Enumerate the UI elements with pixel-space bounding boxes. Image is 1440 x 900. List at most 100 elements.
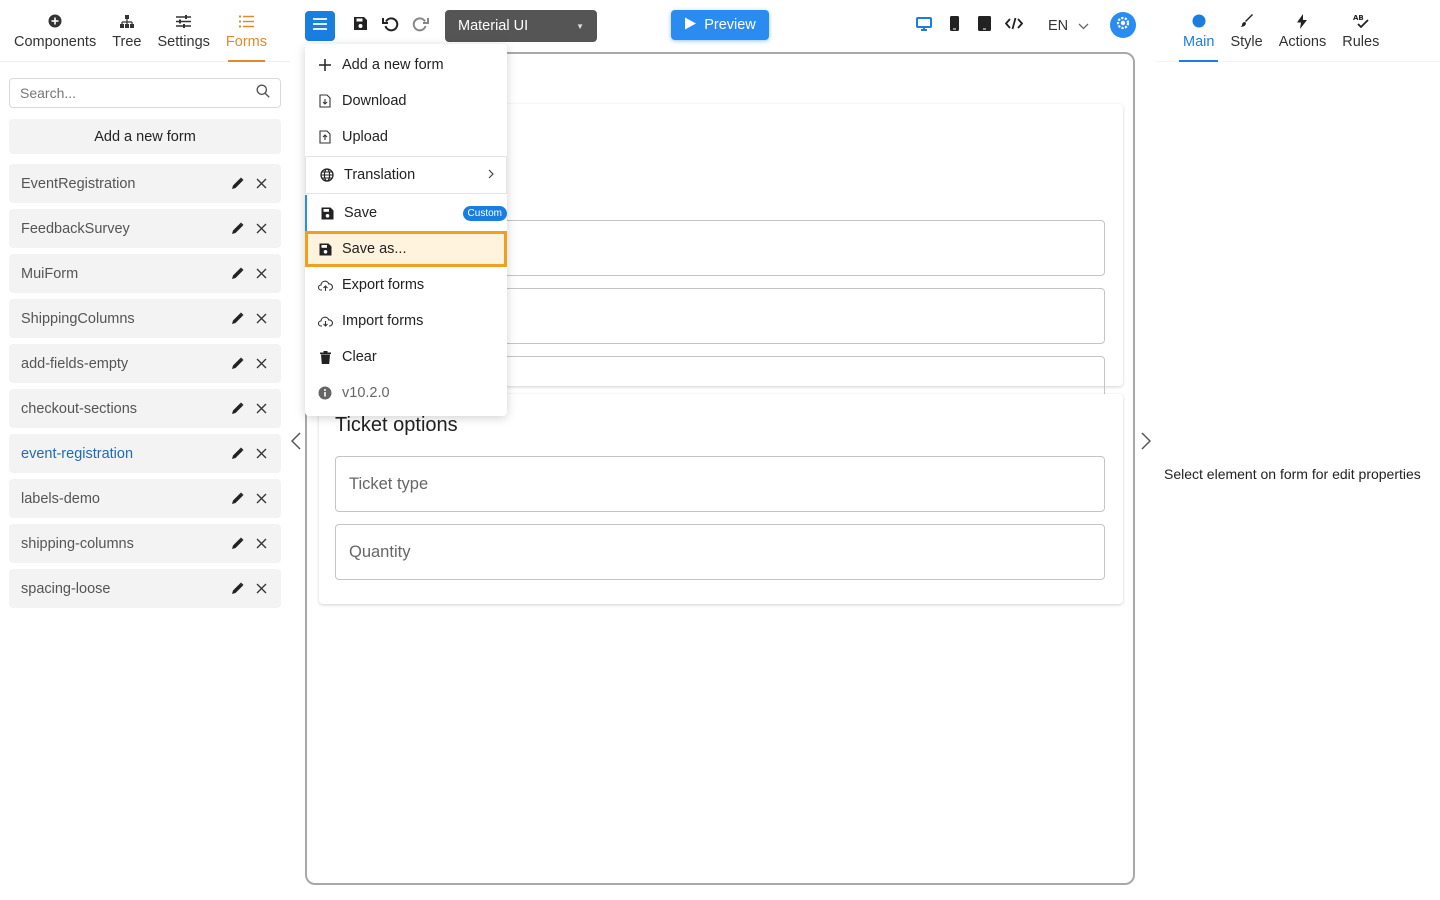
preview-button[interactable]: Preview (671, 10, 769, 40)
menu-item-label: Add a new form (342, 57, 444, 73)
delete-x-icon[interactable] (253, 581, 269, 597)
redo-button[interactable] (405, 11, 435, 41)
chevron-right-icon (488, 167, 494, 183)
menu-item-export-forms[interactable]: Export forms (305, 267, 507, 303)
add-new-form-button[interactable]: Add a new form (9, 119, 281, 154)
delete-x-icon[interactable] (253, 401, 269, 417)
code-view-button[interactable] (999, 11, 1029, 41)
ticket-options-card[interactable]: Ticket options Ticket type Quantity (319, 394, 1123, 604)
menu-item-clear[interactable]: Clear (305, 339, 507, 375)
delete-x-icon[interactable] (253, 221, 269, 237)
delete-x-icon[interactable] (253, 311, 269, 327)
menu-item-translation[interactable]: Translation (305, 156, 507, 194)
settings-gear-button[interactable] (1110, 12, 1136, 38)
rules-icon: AB (1353, 12, 1369, 30)
menu-item-import-forms[interactable]: Import forms (305, 303, 507, 339)
form-item-name: event-registration (21, 445, 134, 462)
floppy-icon (317, 241, 333, 257)
form-item[interactable]: FeedbackSurvey (9, 209, 281, 248)
device-switcher (909, 11, 1029, 41)
mobile-view-button[interactable] (939, 11, 969, 41)
menu-item-label: Save (344, 205, 378, 221)
form-item[interactable]: EventRegistration (9, 164, 281, 203)
tab-forms[interactable]: Forms (218, 0, 275, 62)
edit-pencil-icon[interactable] (229, 581, 245, 597)
form-item[interactable]: spacing-loose (9, 569, 281, 608)
form-item-selected[interactable]: event-registration (9, 434, 281, 473)
form-item-name: checkout-sections (21, 400, 138, 417)
cloud-download-icon (317, 313, 333, 329)
menu-item-label: Download (342, 93, 407, 109)
menu-item-version: v10.2.0 (305, 375, 507, 411)
form-item[interactable]: MuiForm (9, 254, 281, 293)
tab-main[interactable]: Main (1175, 0, 1222, 62)
dot-icon (1192, 12, 1206, 30)
code-icon (1004, 17, 1024, 35)
search-icon[interactable] (256, 84, 270, 103)
menu-item-upload[interactable]: Upload (305, 119, 507, 155)
desktop-view-button[interactable] (909, 11, 939, 41)
menu-item-label: Upload (342, 129, 388, 145)
tab-settings[interactable]: Settings (150, 0, 218, 62)
form-item[interactable]: shipping-columns (9, 524, 281, 563)
form-item[interactable]: checkout-sections (9, 389, 281, 428)
edit-pencil-icon[interactable] (229, 491, 245, 507)
form-item-name: add-fields-empty (21, 355, 129, 372)
ticket-type-field[interactable]: Ticket type (335, 456, 1105, 512)
theme-select[interactable]: Material UI ▼ (445, 10, 597, 42)
collapse-left-arrow[interactable] (288, 431, 304, 454)
search-input[interactable] (20, 85, 256, 101)
form-item[interactable]: ShippingColumns (9, 299, 281, 338)
hamburger-icon (313, 17, 327, 35)
tablet-view-button[interactable] (969, 11, 999, 41)
floppy-icon (353, 16, 368, 36)
sitemap-icon (119, 12, 134, 30)
delete-x-icon[interactable] (253, 446, 269, 462)
forms-list: EventRegistration FeedbackSurvey MuiForm… (9, 164, 281, 614)
language-select[interactable]: EN (1040, 11, 1100, 41)
save-toolbar-button[interactable] (345, 11, 375, 41)
left-panel: Components Tree Settings Forms Add a new… (0, 0, 290, 900)
tab-tree[interactable]: Tree (104, 0, 149, 62)
file-upload-icon (317, 129, 333, 145)
edit-pencil-icon[interactable] (229, 176, 245, 192)
menu-item-label: Clear (342, 349, 377, 365)
undo-button[interactable] (375, 11, 405, 41)
delete-x-icon[interactable] (253, 356, 269, 372)
globe-icon (319, 167, 335, 183)
menu-item-save-as[interactable]: Save as... (305, 231, 507, 267)
menu-item-label: Save as... (342, 241, 407, 257)
tab-rules[interactable]: AB Rules (1334, 0, 1387, 62)
edit-pencil-icon[interactable] (229, 401, 245, 417)
form-item[interactable]: labels-demo (9, 479, 281, 518)
collapse-right-arrow[interactable] (1138, 431, 1154, 454)
menu-item-download[interactable]: Download (305, 83, 507, 119)
mobile-icon (949, 16, 959, 36)
floppy-icon (319, 205, 335, 221)
form-item[interactable]: add-fields-empty (9, 344, 281, 383)
menu-item-save[interactable]: Save Custom (305, 195, 507, 231)
version-label: v10.2.0 (342, 385, 390, 401)
tab-style[interactable]: Style (1222, 0, 1270, 62)
main-menu-button[interactable] (305, 11, 335, 41)
trash-icon (317, 349, 333, 365)
delete-x-icon[interactable] (253, 536, 269, 552)
menu-item-add-form[interactable]: Add a new form (305, 47, 507, 83)
delete-x-icon[interactable] (253, 266, 269, 282)
tab-components[interactable]: Components (6, 0, 104, 62)
edit-pencil-icon[interactable] (229, 266, 245, 282)
edit-pencil-icon[interactable] (229, 446, 245, 462)
tab-actions-label: Actions (1278, 34, 1327, 50)
tab-style-label: Style (1230, 34, 1263, 50)
quantity-field[interactable]: Quantity (335, 524, 1105, 580)
edit-pencil-icon[interactable] (229, 536, 245, 552)
delete-x-icon[interactable] (253, 176, 269, 192)
delete-x-icon[interactable] (253, 491, 269, 507)
edit-pencil-icon[interactable] (229, 311, 245, 327)
play-icon (684, 17, 697, 34)
edit-pencil-icon[interactable] (229, 221, 245, 237)
plus-icon (317, 57, 333, 73)
edit-pencil-icon[interactable] (229, 356, 245, 372)
file-download-icon (317, 93, 333, 109)
tab-actions[interactable]: Actions (1271, 0, 1335, 62)
